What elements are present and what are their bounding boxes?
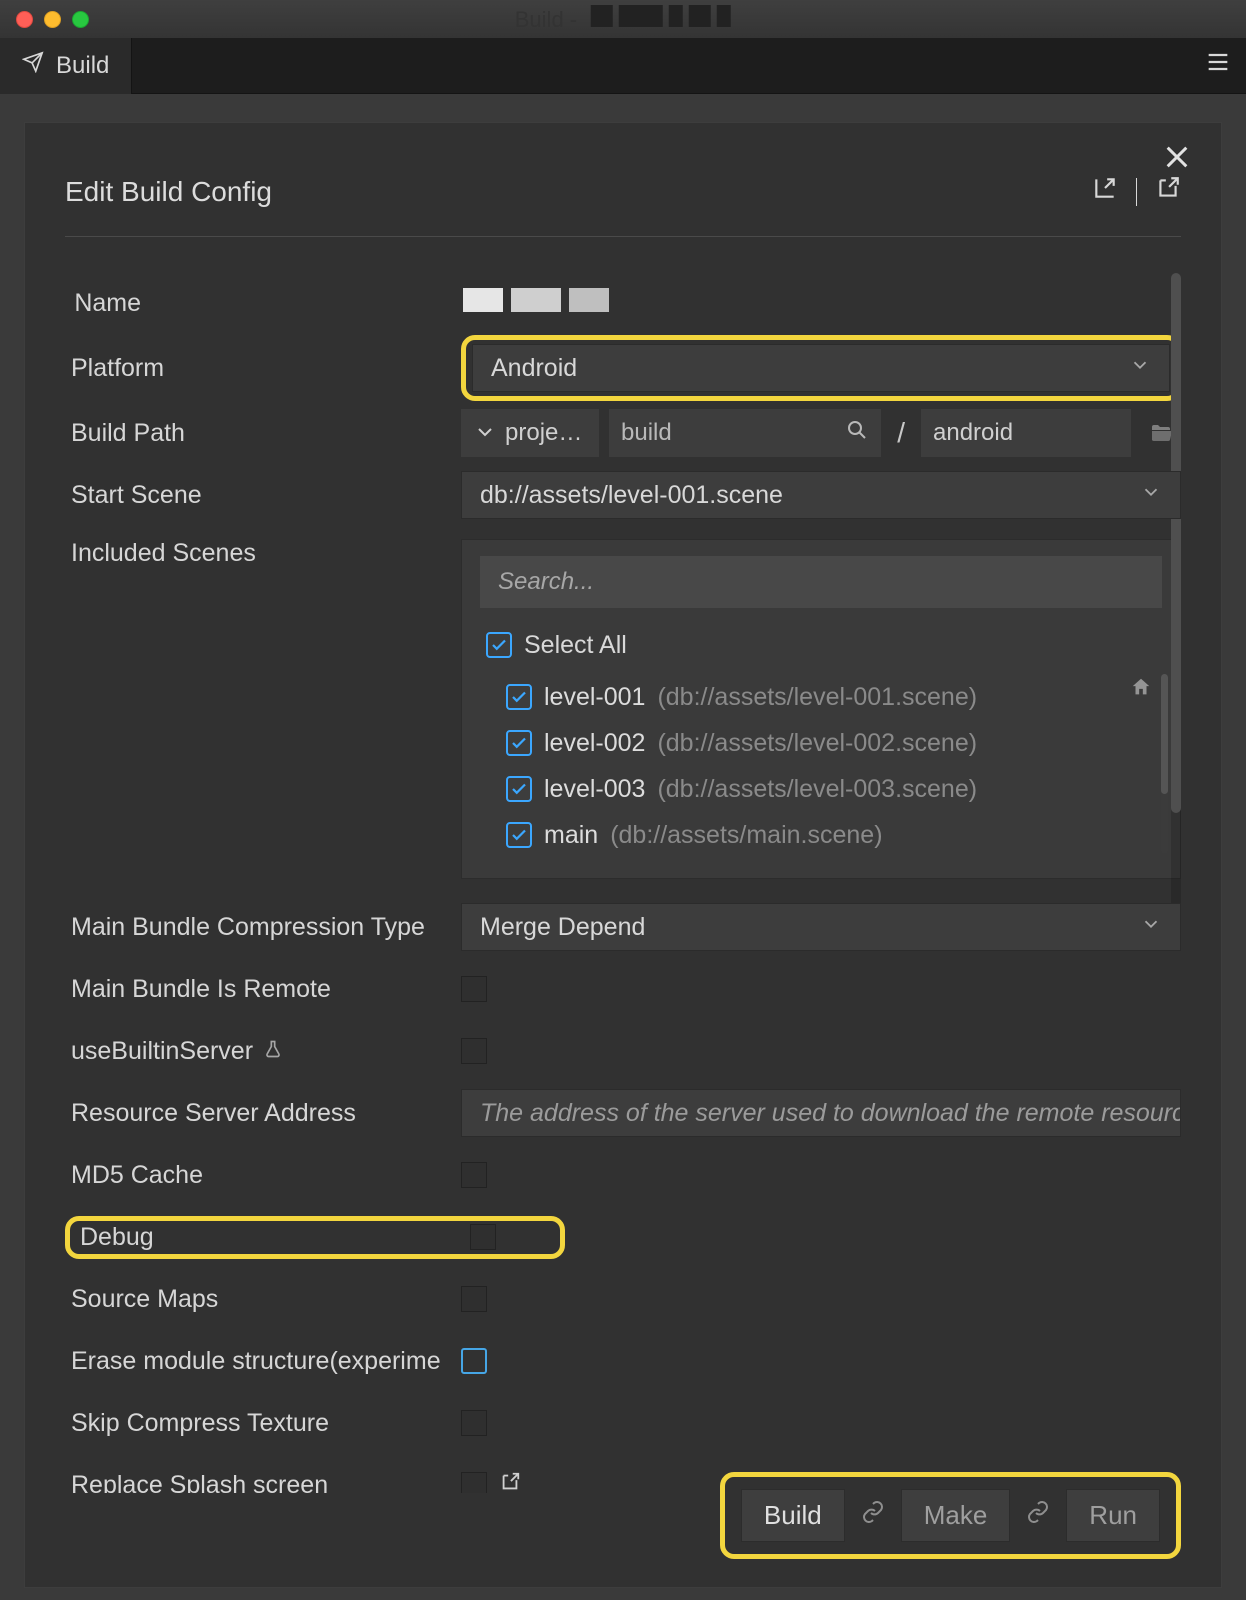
scene-name: level-002 (544, 729, 645, 758)
scrollbar-thumb[interactable] (1171, 273, 1181, 813)
debug-checkbox[interactable] (470, 1224, 496, 1250)
splash-checkbox[interactable] (461, 1472, 487, 1493)
window-title: Build - (515, 5, 731, 33)
use-builtin-label: useBuiltinServer (71, 1037, 253, 1066)
make-button[interactable]: Make (901, 1489, 1011, 1542)
md5-checkbox[interactable] (461, 1162, 487, 1188)
compression-label: Main Bundle Compression Type (71, 913, 425, 942)
scene-name: level-003 (544, 775, 645, 804)
build-config-panel: Edit Build Config *Name (24, 122, 1222, 1588)
link-icon[interactable] (861, 1500, 885, 1531)
select-all-label: Select All (524, 631, 627, 660)
source-maps-checkbox[interactable] (461, 1286, 487, 1312)
divider (1136, 178, 1137, 206)
splash-label: Replace Splash screen (71, 1471, 328, 1494)
tab-label: Build (56, 52, 109, 80)
name-input[interactable] (455, 288, 1181, 319)
scene-scroll-thumb[interactable] (1161, 674, 1168, 794)
home-icon[interactable] (1130, 676, 1152, 705)
scene-checkbox[interactable] (506, 822, 532, 848)
path-sep: / (891, 409, 911, 457)
traffic-minimize[interactable] (44, 11, 61, 28)
skip-tex-checkbox[interactable] (461, 1410, 487, 1436)
build-path-label: Build Path (71, 419, 185, 448)
chevron-down-icon (1129, 354, 1151, 383)
traffic-maximize[interactable] (72, 11, 89, 28)
resource-addr-input[interactable]: The address of the server used to downlo… (461, 1089, 1181, 1137)
flask-icon (263, 1037, 283, 1066)
platform-label: Platform (71, 354, 164, 383)
erase-checkbox[interactable] (461, 1348, 487, 1374)
build-path-dir[interactable]: build (609, 409, 881, 457)
use-builtin-checkbox[interactable] (461, 1038, 487, 1064)
build-button[interactable]: Build (741, 1489, 845, 1542)
chevron-down-icon (473, 420, 497, 451)
resource-addr-label: Resource Server Address (71, 1099, 356, 1128)
paper-plane-icon (22, 51, 44, 80)
included-scenes-label: Included Scenes (71, 539, 256, 568)
tab-build[interactable]: Build (0, 38, 132, 94)
app-header: Build (0, 38, 1246, 94)
source-maps-label: Source Maps (71, 1285, 218, 1314)
traffic-close[interactable] (16, 11, 33, 28)
scene-checkbox[interactable] (506, 684, 532, 710)
build-path-leaf[interactable]: android (921, 409, 1131, 457)
panel-title: Edit Build Config (65, 176, 272, 208)
platform-select[interactable]: Android (472, 344, 1170, 392)
menu-icon[interactable] (1204, 48, 1232, 83)
name-label: Name (74, 289, 141, 318)
start-scene-value: db://assets/level-001.scene (480, 481, 783, 510)
start-scene-select[interactable]: db://assets/level-001.scene (461, 471, 1181, 519)
import-icon[interactable] (1092, 175, 1118, 208)
scene-name: level-001 (544, 683, 645, 712)
debug-label: Debug (80, 1223, 154, 1252)
compression-select[interactable]: Merge Depend (461, 903, 1181, 951)
included-scenes-box: Search... Select All level-001 (db://a (461, 539, 1181, 879)
mac-title-bar: Build - (0, 0, 1246, 38)
scene-path: (db://assets/level-002.scene) (657, 729, 977, 758)
external-icon[interactable] (499, 1471, 521, 1494)
bundle-remote-label: Main Bundle Is Remote (71, 975, 331, 1004)
scene-path: (db://assets/main.scene) (610, 821, 882, 850)
close-icon[interactable] (1161, 141, 1193, 180)
scene-name: main (544, 821, 598, 850)
chevron-down-icon (1140, 913, 1162, 942)
select-all-checkbox[interactable] (486, 632, 512, 658)
build-path-root[interactable]: proje… (461, 409, 599, 457)
run-button[interactable]: Run (1066, 1489, 1160, 1542)
scene-path: (db://assets/level-001.scene) (657, 683, 977, 712)
bundle-remote-checkbox[interactable] (461, 976, 487, 1002)
compression-value: Merge Depend (480, 913, 645, 942)
start-scene-label: Start Scene (71, 481, 202, 510)
scenes-search-input[interactable]: Search... (480, 556, 1162, 608)
scene-checkbox[interactable] (506, 776, 532, 802)
scene-path: (db://assets/level-003.scene) (657, 775, 977, 804)
link-icon[interactable] (1026, 1500, 1050, 1531)
erase-label: Erase module structure(experime (71, 1347, 441, 1376)
search-icon[interactable] (845, 418, 869, 449)
scene-checkbox[interactable] (506, 730, 532, 756)
skip-tex-label: Skip Compress Texture (71, 1409, 329, 1438)
form-area: *Name Platform Android Build Path (65, 273, 1181, 1493)
platform-value: Android (491, 354, 577, 383)
chevron-down-icon (1140, 481, 1162, 510)
md5-label: MD5 Cache (71, 1161, 203, 1190)
